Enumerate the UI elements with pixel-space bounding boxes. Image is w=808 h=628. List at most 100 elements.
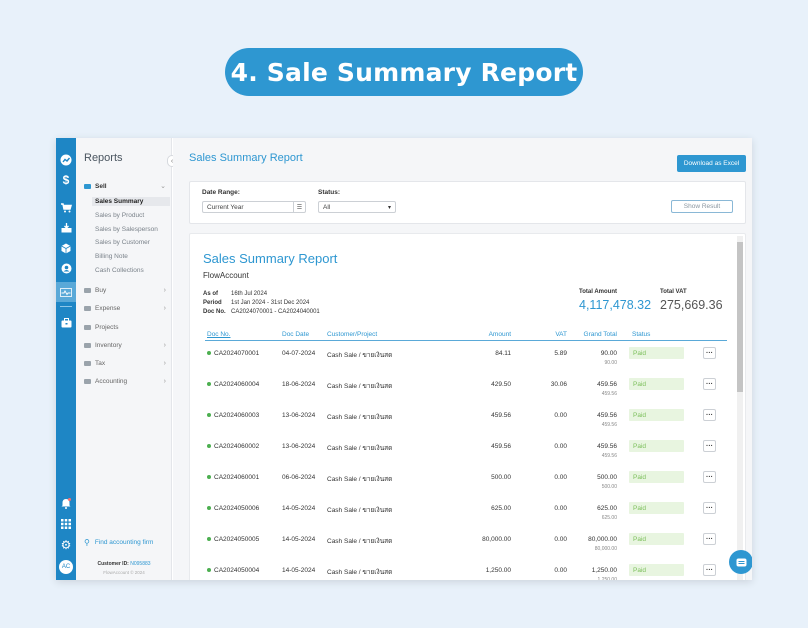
find-accounting-firm-link[interactable]: ⚲ Find accounting firm (84, 538, 153, 547)
inbox-icon[interactable] (56, 218, 76, 238)
amount-cell: 500.00 (491, 474, 511, 481)
sidebar-group-accounting[interactable]: Accounting › (84, 378, 166, 385)
table-row[interactable]: CA2024070001 04-07-2024 Cash Sale / ขายเงิ… (205, 347, 727, 381)
grand-total-subvalue: 459.56 (601, 391, 617, 397)
inventory-icon (84, 343, 91, 348)
doc-no-cell[interactable]: CA2024060003 (207, 412, 259, 419)
expense-icon (84, 306, 91, 311)
apps-grid-icon[interactable] (56, 514, 76, 534)
filter-list-icon[interactable]: ☰ (293, 202, 305, 212)
grand-total-cell: 459.56 (597, 381, 617, 388)
sidebar-item-billing-note[interactable]: Billing Note (92, 252, 170, 261)
chevron-right-icon: › (163, 360, 166, 367)
chat-button[interactable] (729, 550, 752, 574)
table-row[interactable]: CA2024060002 13-06-2024 Cash Sale / ขายเงิ… (205, 440, 727, 474)
as-of-label: As of (203, 291, 218, 297)
doc-no-cell[interactable]: CA2024050004 (207, 567, 259, 574)
dashboard-icon[interactable] (56, 150, 76, 170)
buy-icon (84, 288, 91, 293)
as-of-value: 16th Jul 2024 (231, 291, 268, 297)
customer-cell: Cash Sale / ขายเงินสด (327, 445, 393, 452)
doc-no-cell[interactable]: CA2024060001 (207, 474, 259, 481)
cart-icon[interactable] (56, 198, 76, 218)
reports-icon[interactable] (56, 282, 76, 302)
sidebar-group-label: Accounting (95, 378, 128, 385)
sidebar-item-sales-by-product[interactable]: Sales by Product (92, 211, 170, 220)
customer-id-value[interactable]: N095883 (130, 561, 150, 567)
date-range-input[interactable]: Current Year ☰ (202, 201, 306, 213)
more-actions-button[interactable]: ··· (703, 378, 716, 390)
column-header-customer: Customer/Project (327, 331, 378, 338)
dollar-icon[interactable]: $ (56, 170, 76, 190)
grand-total-cell: 459.56 (597, 443, 617, 450)
more-actions-button[interactable]: ··· (703, 564, 716, 576)
scrollbar-thumb[interactable] (737, 242, 743, 392)
table-row[interactable]: CA2024050005 14-05-2024 Cash Sale / ขายเงิ… (205, 533, 727, 567)
status-select[interactable]: All ▾ (318, 201, 396, 213)
briefcase-icon[interactable] (56, 313, 76, 333)
more-actions-button[interactable]: ··· (703, 347, 716, 359)
more-actions-button[interactable]: ··· (703, 409, 716, 421)
doc-no: CA2024050005 (214, 536, 260, 543)
sidebar-item-sales-by-salesperson[interactable]: Sales by Salesperson (92, 225, 170, 234)
sidebar-item-cash-collections[interactable]: Cash Collections (92, 266, 170, 275)
doc-no-cell[interactable]: CA2024070001 (207, 350, 259, 357)
customer-cell: Cash Sale / ขายเงินสด (327, 538, 393, 545)
report-card: Sales Summary Report FlowAccount As of 1… (189, 233, 746, 580)
grand-total-cell: 500.00 (597, 474, 617, 481)
sidebar-item-sales-summary[interactable]: Sales Summary (92, 197, 170, 206)
filter-panel: Date Range: Current Year ☰ Status: All ▾… (189, 181, 746, 224)
icon-rail: $ ⚙ AC (56, 138, 76, 580)
more-actions-button[interactable]: ··· (703, 533, 716, 545)
table-header: Doc No. Doc Date Customer/Project Amount… (205, 330, 727, 341)
sidebar-group-expense[interactable]: Expense › (84, 305, 166, 312)
avatar-initials: AC (59, 560, 73, 574)
bell-icon[interactable] (56, 493, 76, 513)
doc-no-cell[interactable]: CA2024050006 (207, 505, 259, 512)
show-result-button[interactable]: Show Result (671, 200, 733, 213)
box-icon[interactable] (56, 238, 76, 258)
doc-no: CA2024070001 (214, 350, 260, 357)
grand-total-subvalue: 80,000.00 (594, 546, 617, 552)
gear-icon[interactable]: ⚙ (56, 535, 76, 555)
table-row[interactable]: CA2024060003 13-06-2024 Cash Sale / ขายเงิ… (205, 409, 727, 443)
doc-date-cell: 13-06-2024 (282, 443, 316, 450)
doc-date-cell: 14-05-2024 (282, 567, 316, 574)
avatar[interactable]: AC (56, 557, 76, 577)
report-scrollbar[interactable] (737, 236, 743, 580)
status-badge: Paid (629, 533, 684, 545)
grand-total-cell: 90.00 (600, 350, 617, 357)
sidebar-group-sell[interactable]: Sell ⌄ (84, 182, 166, 190)
grand-total-cell: 80,000.00 (588, 536, 617, 543)
status-badge: Paid (629, 502, 684, 514)
page-title: Sales Summary Report (189, 152, 303, 164)
vat-cell: 0.00 (554, 412, 567, 419)
contacts-icon[interactable] (56, 258, 76, 278)
more-actions-button[interactable]: ··· (703, 502, 716, 514)
doc-no-cell[interactable]: CA2024050005 (207, 536, 259, 543)
as-of-line: As of 16th Jul 2024 (203, 291, 267, 297)
more-actions-button[interactable]: ··· (703, 440, 716, 452)
tax-icon (84, 361, 91, 366)
grand-total-subvalue: 500.00 (601, 484, 617, 490)
doc-no-cell[interactable]: CA2024060004 (207, 381, 259, 388)
sidebar-group-projects[interactable]: Projects (84, 324, 166, 331)
amount-cell: 80,000.00 (482, 536, 511, 543)
sidebar-group-buy[interactable]: Buy › (84, 287, 166, 294)
table-row[interactable]: CA2024060004 18-06-2024 Cash Sale / ขายเงิ… (205, 378, 727, 412)
more-actions-button[interactable]: ··· (703, 471, 716, 483)
download-excel-button[interactable]: Download as Excel (677, 155, 746, 172)
column-header-doc-no[interactable]: Doc No. (207, 331, 230, 338)
grand-total-cell: 625.00 (597, 505, 617, 512)
sidebar-group-inventory[interactable]: Inventory › (84, 342, 166, 349)
chat-icon (736, 558, 746, 566)
amount-cell: 625.00 (491, 505, 511, 512)
table-row[interactable]: CA2024050006 14-05-2024 Cash Sale / ขายเงิ… (205, 502, 727, 536)
table-row[interactable]: CA2024050004 14-05-2024 Cash Sale / ขายเงิ… (205, 564, 727, 580)
sidebar-item-sales-by-customer[interactable]: Sales by Customer (92, 238, 170, 247)
sidebar-group-tax[interactable]: Tax › (84, 360, 166, 367)
doc-no: CA2024060004 (214, 381, 260, 388)
doc-no-cell[interactable]: CA2024060002 (207, 443, 259, 450)
table-row[interactable]: CA2024060001 06-06-2024 Cash Sale / ขายเงิ… (205, 471, 727, 505)
column-header-status: Status (632, 331, 651, 338)
